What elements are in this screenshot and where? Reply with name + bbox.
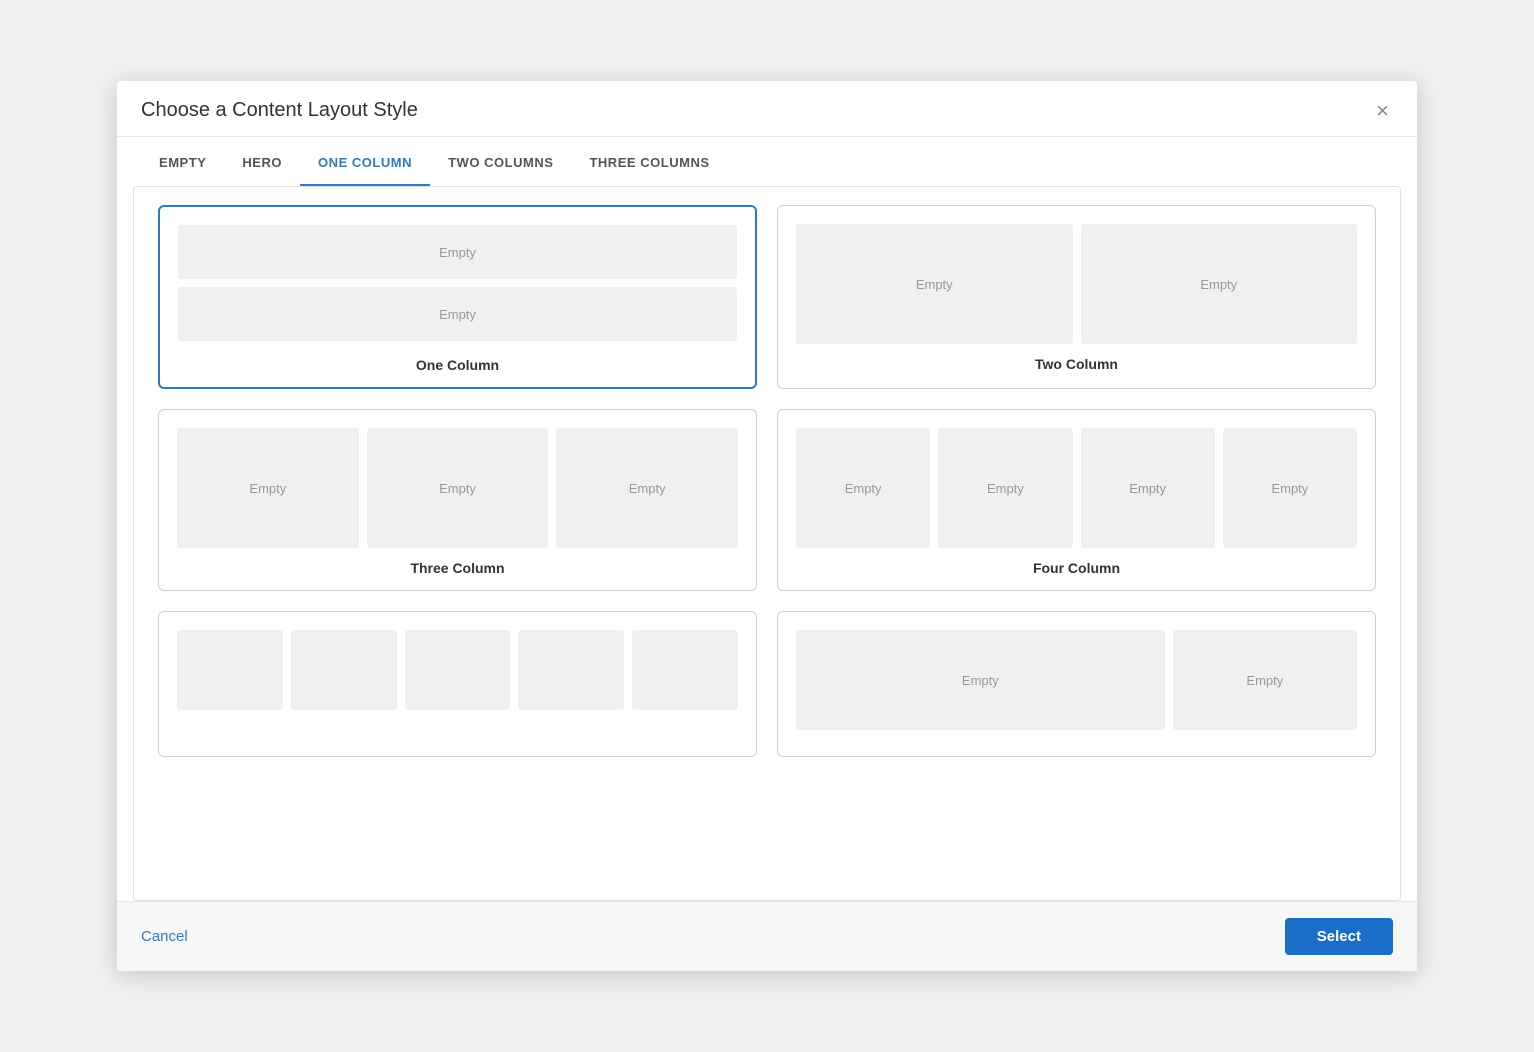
layout-label-one-column: One Column [178, 357, 737, 373]
layout-preview-asym-2col: Empty Empty [796, 630, 1357, 730]
layout-preview-three-col: Empty Empty Empty [177, 428, 738, 548]
dialog-footer: Cancel Select [117, 901, 1417, 971]
dialog-header: Choose a Content Layout Style × [117, 81, 1417, 137]
tab-two-columns[interactable]: TWO COLUMNS [430, 137, 571, 186]
dialog-title: Choose a Content Layout Style [141, 99, 418, 122]
layout-card-asym-two-column[interactable]: Empty Empty [777, 611, 1376, 757]
layout-preview-four-col: Empty Empty Empty Empty [796, 428, 1357, 548]
layout-cell [632, 630, 738, 710]
layout-cell: Empty [1081, 428, 1215, 548]
layout-card-five-column[interactable] [158, 611, 757, 757]
cancel-button[interactable]: Cancel [141, 928, 188, 945]
layout-cell: Empty [367, 428, 549, 548]
layout-label-four-column: Four Column [796, 560, 1357, 576]
layout-preview-one-col: Empty Empty [178, 225, 737, 345]
tab-hero[interactable]: HERO [224, 137, 300, 186]
layout-cell: Empty [796, 630, 1165, 730]
layout-cell: Empty [1223, 428, 1357, 548]
layout-cell: Empty [1173, 630, 1357, 730]
layout-card-one-column[interactable]: Empty Empty One Column [158, 205, 757, 389]
layout-card-four-column[interactable]: Empty Empty Empty Empty Four Column [777, 409, 1376, 591]
layout-preview-five-col [177, 630, 738, 710]
layouts-grid: Empty Empty One Column Empty Empty Two C… [158, 205, 1376, 757]
close-button[interactable]: × [1372, 100, 1393, 122]
layout-label-three-column: Three Column [177, 560, 738, 576]
layout-cell: Empty [556, 428, 738, 548]
dialog: Choose a Content Layout Style × EMPTY HE… [117, 81, 1417, 971]
tab-empty[interactable]: EMPTY [141, 137, 224, 186]
layout-label-two-column: Two Column [796, 356, 1357, 372]
layout-cell: Empty [796, 428, 930, 548]
layout-cell [291, 630, 397, 710]
layout-cell: Empty [178, 225, 737, 279]
tab-one-column[interactable]: ONE COLUMN [300, 137, 430, 186]
layout-cell: Empty [1081, 224, 1358, 344]
select-button[interactable]: Select [1285, 918, 1393, 955]
tabs-bar: EMPTY HERO ONE COLUMN TWO COLUMNS THREE … [117, 137, 1417, 186]
layout-cell: Empty [938, 428, 1072, 548]
tab-three-columns[interactable]: THREE COLUMNS [571, 137, 727, 186]
layout-cell [518, 630, 624, 710]
layout-card-three-column[interactable]: Empty Empty Empty Three Column [158, 409, 757, 591]
layout-cell: Empty [178, 287, 737, 341]
layout-cell: Empty [177, 428, 359, 548]
layout-cell [177, 630, 283, 710]
layout-cell: Empty [796, 224, 1073, 344]
layout-card-two-column[interactable]: Empty Empty Two Column [777, 205, 1376, 389]
layout-cell [405, 630, 511, 710]
dialog-body: Empty Empty One Column Empty Empty Two C… [133, 186, 1401, 901]
layout-preview-two-col: Empty Empty [796, 224, 1357, 344]
